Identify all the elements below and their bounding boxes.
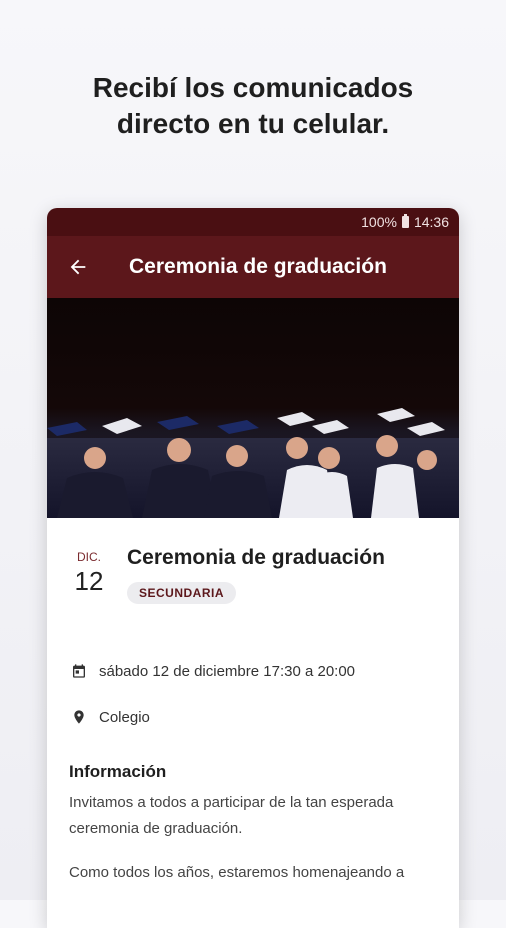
event-date: DIC. 12 — [69, 550, 109, 597]
event-title: Ceremonia de graduación — [127, 546, 385, 569]
info-heading: Información — [69, 762, 167, 781]
phone-screen: 100% 14:36 Ceremonia de graduación DIC. … — [47, 208, 459, 928]
event-location-row: Colegio — [47, 694, 459, 740]
back-button[interactable] — [47, 236, 109, 298]
event-photo — [47, 298, 459, 518]
level-badge: SECUNDARIA — [127, 582, 237, 604]
location-pin-icon — [71, 709, 99, 725]
app-bar: Ceremonia de graduación — [47, 236, 459, 298]
headline-line-2: directo en tu celular. — [116, 108, 390, 139]
info-paragraph-2: Como todos los años, estaremos homenajea… — [69, 864, 405, 881]
headline: Recibí los comunicados directo en tu cel… — [0, 70, 506, 142]
event-day: 12 — [74, 566, 104, 596]
clock: 14:36 — [413, 214, 449, 230]
event-datetime-row: sábado 12 de diciembre 17:30 a 20:00 — [47, 648, 459, 694]
event-month: DIC. — [77, 550, 101, 564]
status-bar: 100% 14:36 — [47, 208, 459, 236]
event-header: DIC. 12 Ceremonia de graduación SECUNDAR… — [47, 518, 459, 648]
arrow-left-icon — [70, 259, 86, 275]
appbar-title: Ceremonia de graduación — [129, 255, 387, 278]
graduation-photo-illustration — [47, 408, 459, 518]
event-datetime: sábado 12 de diciembre 17:30 a 20:00 — [99, 662, 356, 680]
event-location: Colegio — [99, 708, 150, 726]
info-paragraph-1: Invitamos a todos a participar de la tan… — [69, 794, 394, 837]
headline-line-1: Recibí los comunicados — [92, 72, 414, 103]
battery-level: 100% — [361, 214, 397, 230]
calendar-icon — [71, 663, 99, 679]
battery-icon — [401, 214, 409, 228]
